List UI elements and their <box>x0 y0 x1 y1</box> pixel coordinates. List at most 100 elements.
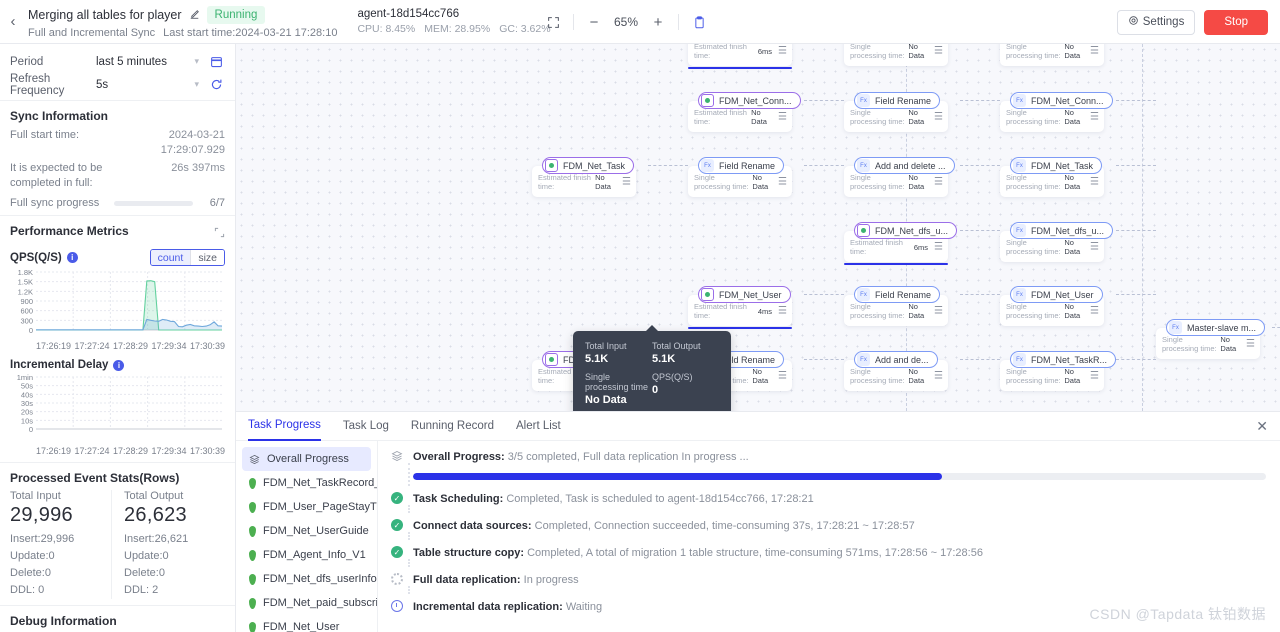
node-label: FDM_Net_Conn... <box>1031 95 1104 106</box>
node-pill[interactable]: Fx FDM_Net_User <box>1010 286 1103 303</box>
list-item[interactable]: FDM_Net_TaskRecord_V1 <box>242 471 377 495</box>
pipeline-node[interactable]: FDM_Net_User Estimated finish time: 4ms ☰ <box>688 286 792 329</box>
chevron-down-icon[interactable]: ▾ <box>194 79 199 90</box>
toggle-size[interactable]: size <box>190 250 224 265</box>
node-label: Master-slave m... <box>1187 322 1257 333</box>
pipeline-node[interactable]: FxSingle processing time:No Data☰ <box>844 44 948 66</box>
list-item[interactable]: FDM_Net_dfs_userInfo <box>242 567 377 591</box>
tab-task-progress[interactable]: Task Progress <box>248 412 321 441</box>
list-item[interactable]: FDM_Agent_Info_V1 <box>242 543 371 567</box>
pipeline-canvas[interactable]: Estimated finish time:6ms☰ FxSingle proce… <box>236 44 1280 411</box>
list-item[interactable]: FDM_Net_paid_subscribe <box>242 591 377 615</box>
x-tick-label: 17:26:19 <box>36 341 72 351</box>
node-menu-icon[interactable]: ☰ <box>934 241 943 252</box>
toggle-count[interactable]: count <box>150 250 191 265</box>
node-menu-icon[interactable]: ☰ <box>1090 111 1099 122</box>
refresh-icon[interactable] <box>207 78 225 91</box>
tab-alert-list[interactable]: Alert List <box>516 412 561 441</box>
period-select[interactable]: last 5 minutes <box>96 56 194 68</box>
node-menu-icon[interactable]: ☰ <box>622 176 631 187</box>
node-menu-icon[interactable]: ☰ <box>934 305 943 316</box>
node-card[interactable]: Estimated finish time: 6ms ☰ <box>688 44 792 69</box>
pipeline-node[interactable]: Fx FDM_Net_dfs_u... Single processing time… <box>1000 222 1114 262</box>
node-menu-icon[interactable]: ☰ <box>1090 370 1099 381</box>
node-pill[interactable]: Fx Field Rename <box>698 157 785 174</box>
node-card[interactable]: Single processing time:No Data☰ <box>1000 44 1104 66</box>
node-metric-label: Single processing time: <box>1006 173 1061 191</box>
pipeline-node[interactable]: Fx FDM_Net_Task Single processing time: No … <box>1000 157 1104 197</box>
expand-icon[interactable] <box>214 227 225 241</box>
pipeline-node[interactable]: FxSingle processing time:No Data☰ <box>1000 44 1104 66</box>
node-menu-icon[interactable]: ☰ <box>934 176 943 187</box>
node-menu-icon[interactable]: ☰ <box>1246 338 1255 349</box>
tab-task-log[interactable]: Task Log <box>343 412 389 441</box>
node-pill[interactable]: Fx Add and delete ... <box>854 157 955 174</box>
close-icon[interactable]: ✕ <box>1256 418 1268 435</box>
node-pill[interactable]: Fx FDM_Net_TaskR... <box>1010 351 1117 368</box>
node-card[interactable]: Single processing time:No Data☰ <box>844 44 948 66</box>
node-metric: Single processing time:No Data <box>694 173 786 191</box>
node-pill[interactable]: Fx Master-slave m... <box>1166 319 1266 336</box>
node-menu-icon[interactable]: ☰ <box>1090 305 1099 316</box>
node-pill[interactable]: Fx Field Rename <box>854 286 941 303</box>
node-metric-label: Single processing time: <box>850 173 905 191</box>
node-menu-icon[interactable]: ☰ <box>1090 241 1099 252</box>
node-menu-icon[interactable]: ☰ <box>778 111 787 122</box>
node-menu-icon[interactable]: ☰ <box>1090 45 1099 56</box>
page-title: Merging all tables for player <box>28 7 182 22</box>
pipeline-node[interactable]: Fx FDM_Net_User Single processing time: No … <box>1000 286 1104 326</box>
back-button[interactable]: ‹ <box>0 0 26 44</box>
calendar-icon[interactable] <box>207 55 225 68</box>
step-connector <box>408 505 410 513</box>
node-menu-icon[interactable]: ☰ <box>934 45 943 56</box>
node-pill[interactable]: FDM_Net_User <box>698 286 791 303</box>
node-pill[interactable]: FDM_Net_Conn... <box>698 92 801 109</box>
node-pill[interactable]: FDM_Net_Task <box>542 157 635 174</box>
pipeline-node[interactable]: Fx FDM_Net_TaskR... Single processing time… <box>1000 351 1117 391</box>
tab-running-record[interactable]: Running Record <box>411 412 494 441</box>
edit-icon[interactable] <box>189 9 200 20</box>
node-metric-value: No Data <box>752 367 769 385</box>
pipeline-node[interactable]: Fx Add and delete ... Single processing ti… <box>844 157 955 197</box>
zoom-in-button[interactable]: + <box>645 9 671 35</box>
node-menu-icon[interactable]: ☰ <box>1090 176 1099 187</box>
node-pill[interactable]: Fx FDM_Net_Task <box>1010 157 1103 174</box>
pipeline-node[interactable]: Estimated finish time: 6ms ☰ <box>688 44 792 69</box>
list-item[interactable]: FDM_Net_User <box>242 615 371 632</box>
node-pill[interactable]: Fx FDM_Net_dfs_u... <box>1010 222 1114 239</box>
pipeline-node[interactable]: FDM_Net_dfs_u... Estimated finish time: 6m… <box>844 222 958 265</box>
info-icon[interactable]: i <box>113 359 125 371</box>
node-menu-icon[interactable]: ☰ <box>934 370 943 381</box>
pipeline-node[interactable]: Fx Field Rename Single processing time:No … <box>688 157 792 197</box>
node-pill[interactable]: Fx Add and de... <box>854 351 938 368</box>
node-metric-label: Single processing time: <box>850 367 905 385</box>
info-icon[interactable]: i <box>66 252 78 263</box>
zoom-out-button[interactable]: − <box>581 9 607 35</box>
stop-button[interactable]: Stop <box>1204 9 1268 35</box>
node-pill[interactable]: FDM_Net_dfs_u... <box>854 222 958 239</box>
node-menu-icon[interactable]: ☰ <box>778 370 787 381</box>
list-item[interactable]: FDM_User_PageStayTi... <box>242 495 377 519</box>
pipeline-node[interactable]: FDM_Net_Conn... Estimated finish time: No … <box>688 92 801 132</box>
pipeline-node[interactable]: Fx Field Rename Single processing time:No … <box>844 286 948 326</box>
node-metric: Single processing time:No Data <box>1006 367 1098 385</box>
clipboard-icon[interactable] <box>686 9 712 35</box>
node-menu-icon[interactable]: ☰ <box>778 305 787 316</box>
pipeline-node[interactable]: Fx Field Rename Single processing time:No … <box>844 92 948 132</box>
pipeline-node[interactable]: Fx Master-slave m... Single processing tim… <box>1156 319 1266 359</box>
node-menu-icon[interactable]: ☰ <box>934 111 943 122</box>
refresh-frequency-select[interactable]: 5s <box>96 79 194 91</box>
list-item[interactable]: Overall Progress <box>242 447 371 471</box>
fit-screen-icon[interactable] <box>540 9 566 35</box>
list-item[interactable]: FDM_Net_UserGuide <box>242 519 371 543</box>
settings-button[interactable]: Settings <box>1116 9 1196 35</box>
node-menu-icon[interactable]: ☰ <box>778 176 787 187</box>
node-menu-icon[interactable]: ☰ <box>778 45 787 56</box>
pipeline-node[interactable]: Fx FDM_Net_Conn... Single processing time:… <box>1000 92 1113 132</box>
pipeline-node[interactable]: FDM_Net_Task Estimated finish time: No Dat… <box>532 157 636 197</box>
node-pill[interactable]: Fx Field Rename <box>854 92 941 109</box>
pipeline-node[interactable]: Fx Add and de... Single processing time: No… <box>844 351 948 391</box>
node-pill[interactable]: Fx FDM_Net_Conn... <box>1010 92 1113 109</box>
qps-unit-toggle[interactable]: count size <box>149 249 225 266</box>
chevron-down-icon[interactable]: ▾ <box>194 56 199 67</box>
